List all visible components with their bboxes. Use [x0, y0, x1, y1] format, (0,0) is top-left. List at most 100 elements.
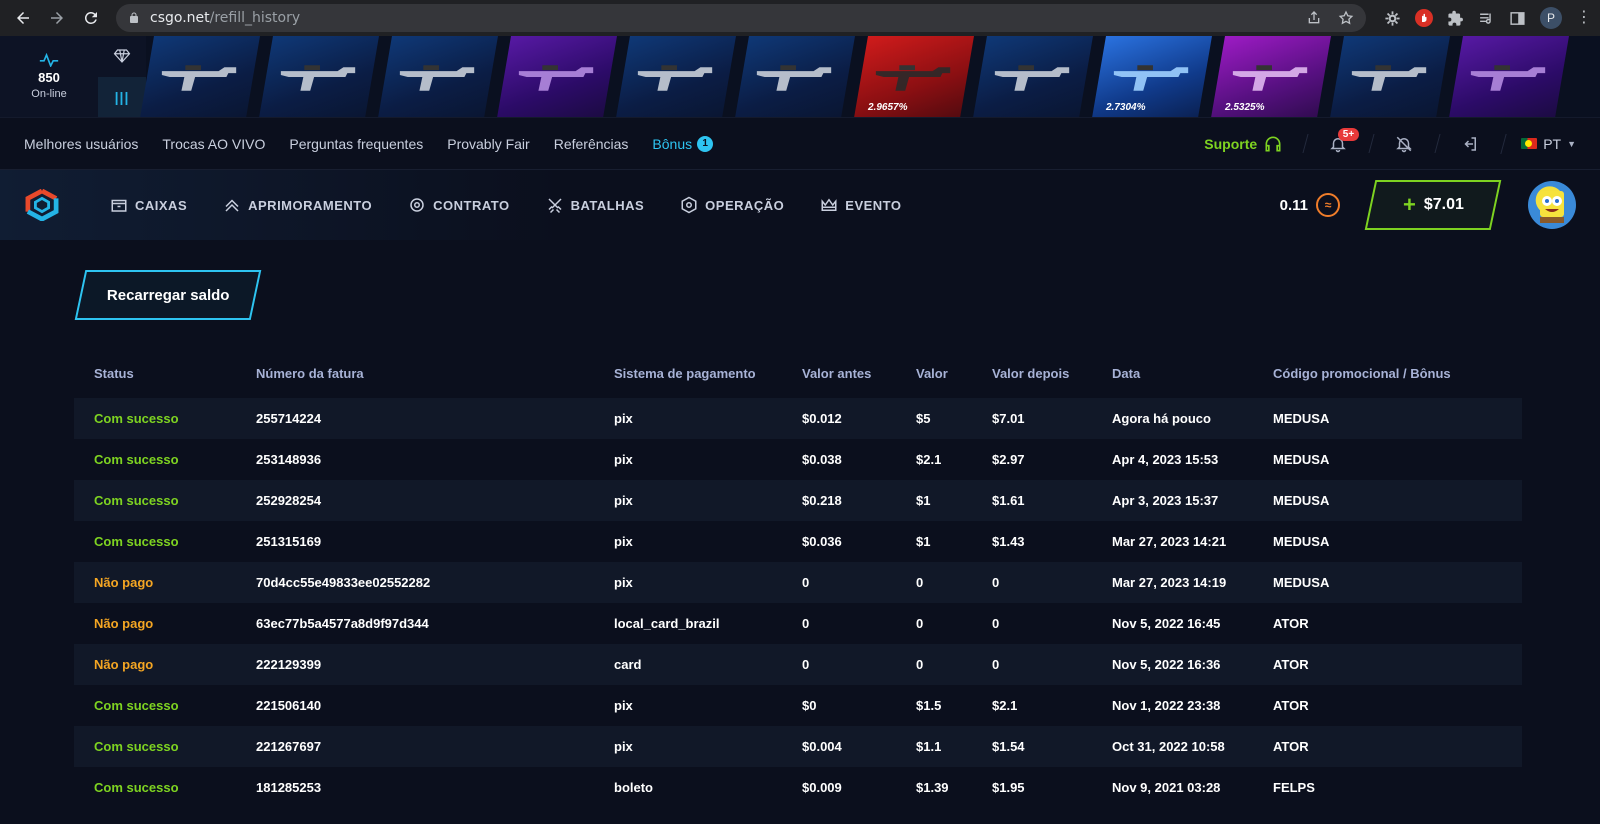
drop-card[interactable] — [973, 36, 1093, 117]
online-label: On-line — [31, 88, 67, 100]
cell-value: $1 — [916, 493, 931, 508]
puzzle-extensions-icon[interactable] — [1447, 10, 1464, 27]
drop-card[interactable] — [140, 36, 260, 117]
forward-button[interactable] — [42, 3, 72, 33]
cell-invoice: 222129399 — [256, 657, 322, 672]
table-row: Não pago 222129399 card 0 0 0 Nov 5, 2022 16:3… — [74, 644, 1522, 685]
coin-balance[interactable]: 0.11 ≈ — [1280, 193, 1340, 217]
cell-promo: ATOR — [1273, 739, 1309, 754]
nav-battles[interactable]: BATALHAS — [546, 196, 645, 214]
header-promo: Código promocional / Bônus — [1273, 365, 1451, 381]
cell-value-after: $1.95 — [992, 780, 1025, 795]
cell-value-before: 0 — [802, 575, 810, 590]
drop-filter: ||| — [98, 36, 146, 117]
drop-card[interactable]: 2.9657% — [854, 36, 974, 117]
drop-card[interactable] — [1449, 36, 1569, 117]
drop-card[interactable] — [1330, 36, 1450, 117]
cell-value-before: $0.218 — [802, 493, 842, 508]
share-icon[interactable] — [1306, 10, 1322, 26]
drop-card[interactable] — [378, 36, 498, 117]
weapon-skin-icon — [518, 65, 594, 91]
table-row: Com sucesso 221267697 pix $0.004 $1.1 $1.54 Oc… — [74, 726, 1522, 767]
notifications-button[interactable]: 5+ — [1305, 118, 1371, 169]
nav-link-bonus[interactable]: Bônus 1 — [652, 135, 714, 152]
cell-value-after: $1.61 — [992, 493, 1025, 508]
refill-balance-button[interactable]: Recarregar saldo — [74, 270, 262, 320]
reload-button[interactable] — [76, 3, 106, 33]
address-bar[interactable]: csgo.net/refill_history — [116, 4, 1366, 32]
cell-status: Com sucesso — [94, 780, 179, 795]
weapon-skin-icon — [1232, 65, 1308, 91]
site-logo-icon[interactable] — [24, 189, 60, 221]
refill-history-table: Status Número da fatura Sistema de pagam… — [74, 360, 1522, 808]
profile-avatar[interactable]: P — [1540, 7, 1562, 29]
back-button[interactable] — [8, 3, 38, 33]
drop-card[interactable]: 2.7304% — [1092, 36, 1212, 117]
drop-card[interactable] — [497, 36, 617, 117]
nav-upgrade[interactable]: APRIMORAMENTO — [223, 196, 372, 214]
cell-invoice: 251315169 — [256, 534, 322, 549]
drop-card[interactable]: 2.5325% — [1211, 36, 1331, 117]
drop-card[interactable] — [259, 36, 379, 117]
cell-value: $1.39 — [916, 780, 949, 795]
sound-toggle-button[interactable] — [1371, 118, 1437, 169]
browser-menu-icon[interactable]: ⋮ — [1576, 10, 1592, 26]
cell-promo: FELPS — [1273, 780, 1315, 795]
cell-invoice: 255714224 — [256, 411, 322, 426]
user-avatar[interactable] — [1528, 181, 1576, 229]
side-panel-icon[interactable] — [1509, 10, 1526, 27]
cell-date: Agora há pouco — [1112, 411, 1211, 426]
support-button[interactable]: Suporte — [1204, 134, 1305, 154]
nav-operation[interactable]: OPERAÇÃO — [680, 196, 784, 214]
drop-chance: 2.9657% — [868, 102, 908, 113]
bell-muted-icon — [1396, 136, 1412, 152]
live-drops-strip: 850 On-line ||| 2.9657% 2.7304% 2.5325% — [0, 36, 1600, 118]
bonus-count-badge: 1 — [697, 135, 714, 152]
table-row: Com sucesso 181285253 boleto $0.009 $1.39 $1.… — [74, 767, 1522, 808]
cell-status: Não pago — [94, 575, 154, 590]
cell-payment-system: pix — [614, 698, 633, 713]
nav-link-referrals[interactable]: Referências — [554, 136, 629, 152]
cell-payment-system: local_card_brazil — [614, 616, 720, 631]
online-count: 850 — [38, 70, 60, 85]
nav-link-faq[interactable]: Perguntas frequentes — [289, 136, 423, 152]
nav-link-live-trades[interactable]: Trocas AO VIVO — [162, 136, 265, 152]
nav-link-provably-fair[interactable]: Provably Fair — [447, 136, 529, 152]
extension-gear-icon[interactable] — [1384, 10, 1401, 27]
nav-upgrade-label: APRIMORAMENTO — [248, 197, 373, 213]
nav-cases[interactable]: CAIXAS — [110, 196, 187, 214]
weapon-skin-icon — [756, 65, 832, 91]
cell-promo: ATOR — [1273, 698, 1309, 713]
weapon-skin-icon — [1113, 65, 1189, 91]
arrow-right-icon — [51, 12, 63, 24]
bookmark-star-icon[interactable] — [1338, 10, 1354, 26]
url-text: csgo.net/refill_history — [150, 10, 300, 26]
nav-event[interactable]: EVENTO — [820, 196, 901, 214]
cell-value: $2.1 — [916, 452, 942, 467]
logout-button[interactable] — [1437, 118, 1503, 169]
drop-card[interactable] — [616, 36, 736, 117]
extension-hand-icon[interactable] — [1415, 9, 1433, 27]
header-value: Valor — [916, 365, 948, 381]
chevron-down-icon: ▼ — [1567, 138, 1576, 149]
weapon-skin-icon — [875, 65, 951, 91]
nav-link-top-users[interactable]: Melhores usuários — [24, 136, 138, 152]
top-drops-filter[interactable] — [98, 36, 146, 77]
add-balance-button[interactable]: + $7.01 — [1364, 180, 1502, 230]
nav-event-label: EVENTO — [845, 197, 902, 213]
all-drops-filter[interactable]: ||| — [98, 76, 146, 117]
cell-payment-system: pix — [614, 575, 633, 590]
cell-promo: ATOR — [1273, 657, 1309, 672]
cell-invoice: 221506140 — [256, 698, 322, 713]
main-navigation: CAIXAS APRIMORAMENTO CONTRATO BATALHAS O… — [0, 170, 1600, 240]
cell-date: Nov 9, 2021 03:28 — [1112, 780, 1221, 795]
headset-icon — [1265, 136, 1281, 151]
online-counter: 850 On-line — [0, 36, 98, 117]
nav-contract[interactable]: CONTRATO — [408, 196, 509, 214]
lock-icon — [130, 12, 138, 23]
drop-card[interactable] — [735, 36, 855, 117]
cell-date: Mar 27, 2023 14:19 — [1112, 575, 1227, 590]
language-selector[interactable]: PT ▼ — [1503, 136, 1576, 152]
bonus-label: Bônus — [652, 135, 693, 152]
media-playlist-icon[interactable] — [1478, 10, 1495, 27]
